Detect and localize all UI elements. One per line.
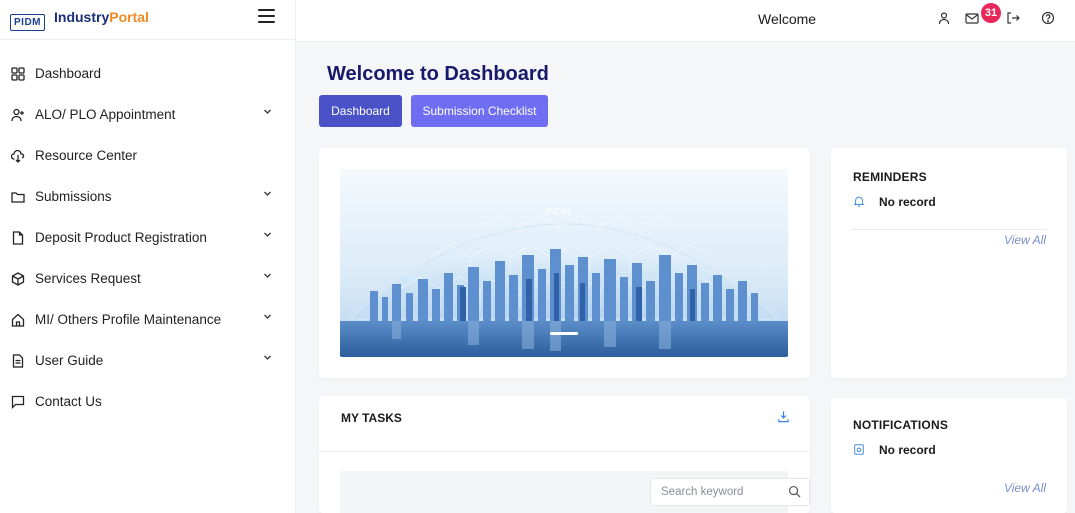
- help-icon[interactable]: [1041, 11, 1057, 27]
- portal-name-primary: Industry: [54, 8, 110, 25]
- pidm-logo[interactable]: PIDM: [10, 14, 45, 31]
- sidebar-item-label: Deposit Product Registration: [35, 230, 207, 245]
- user-icon[interactable]: [937, 11, 953, 27]
- chevron-down-icon[interactable]: [263, 230, 272, 239]
- sidebar-item-label: ALO/ PLO Appointment: [35, 107, 176, 122]
- mail-count-badge[interactable]: 31: [981, 3, 1001, 23]
- city-dome-image: PIDM: [340, 169, 788, 357]
- user-add-icon: [11, 108, 25, 122]
- sidebar: PIDM IndustryPortal Dashboard ALO/ PLO A…: [0, 0, 296, 513]
- notifications-heading: NOTIFICATIONS: [853, 418, 949, 432]
- sidebar-item-label: Contact Us: [35, 394, 102, 409]
- home-icon: [11, 313, 25, 327]
- sidebar-item-label: User Guide: [35, 353, 104, 368]
- sidebar-item-deposit-product-registration[interactable]: Deposit Product Registration: [0, 217, 295, 258]
- dashboard-button[interactable]: Dashboard: [319, 95, 402, 127]
- sidebar-item-resource-center[interactable]: Resource Center: [0, 135, 295, 176]
- box-icon: [11, 271, 25, 286]
- my-tasks-card: MY TASKS: [319, 396, 810, 513]
- menu-toggle-icon[interactable]: [258, 9, 275, 23]
- brand-header: PIDM IndustryPortal: [0, 0, 295, 40]
- portal-name: IndustryPortal: [54, 9, 149, 25]
- sidebar-item-label: MI/ Others Profile Maintenance: [35, 312, 222, 327]
- search-input[interactable]: [661, 479, 781, 505]
- top-header: Welcome 31: [296, 0, 1075, 42]
- submission-checklist-button[interactable]: Submission Checklist: [411, 95, 548, 127]
- chevron-down-icon[interactable]: [263, 107, 272, 116]
- my-tasks-toolbar: [340, 471, 810, 513]
- sidebar-item-contact-us[interactable]: Contact Us: [0, 381, 295, 422]
- notifications-view-all-link[interactable]: View All: [1004, 481, 1046, 495]
- reminders-empty-state: No record: [853, 195, 936, 209]
- chat-icon: [11, 395, 25, 409]
- carousel-indicator[interactable]: [550, 332, 578, 335]
- folder-icon: [11, 190, 25, 204]
- bell-icon: [853, 195, 867, 209]
- chevron-down-icon[interactable]: [263, 271, 272, 280]
- chevron-down-icon[interactable]: [263, 312, 272, 321]
- sidebar-item-dashboard[interactable]: Dashboard: [0, 53, 295, 94]
- file-icon: [11, 230, 25, 245]
- cloud-download-icon: [11, 149, 25, 163]
- banner-carousel[interactable]: PIDM: [340, 169, 788, 357]
- chevron-down-icon[interactable]: [263, 353, 272, 362]
- banner-watermark: PIDM: [545, 207, 571, 218]
- sidebar-item-user-guide[interactable]: User Guide: [0, 340, 295, 381]
- my-tasks-header: MY TASKS: [319, 396, 810, 452]
- sidebar-item-mi-others-profile-maintenance[interactable]: MI/ Others Profile Maintenance: [0, 299, 295, 340]
- banner-card: PIDM: [319, 148, 810, 378]
- sidebar-nav: Dashboard ALO/ PLO Appointment Resource …: [0, 53, 295, 422]
- my-tasks-heading: MY TASKS: [341, 411, 402, 425]
- notifications-empty-text: No record: [879, 443, 936, 457]
- notification-icon: [853, 443, 867, 457]
- welcome-text: Welcome: [758, 11, 817, 27]
- grid-icon: [11, 66, 25, 81]
- search-icon[interactable]: [788, 485, 801, 498]
- sidebar-item-services-request[interactable]: Services Request: [0, 258, 295, 299]
- reminders-card: REMINDERS No record View All: [831, 148, 1067, 378]
- document-icon: [11, 353, 25, 368]
- search-box: [650, 478, 810, 506]
- logout-icon[interactable]: [1006, 11, 1022, 27]
- sidebar-item-label: Services Request: [35, 271, 141, 286]
- reminders-view-all-link[interactable]: View All: [1004, 233, 1046, 247]
- download-icon[interactable]: [777, 410, 791, 424]
- sidebar-item-alo-plo-appointment[interactable]: ALO/ PLO Appointment: [0, 94, 295, 135]
- mail-icon[interactable]: [965, 11, 981, 27]
- page-title: Welcome to Dashboard: [327, 63, 549, 85]
- reminders-divider: [852, 229, 1047, 230]
- chevron-down-icon[interactable]: [263, 189, 272, 198]
- reminders-empty-text: No record: [879, 195, 936, 209]
- sidebar-item-label: Dashboard: [35, 66, 102, 81]
- portal-name-accent: Portal: [109, 8, 149, 25]
- sidebar-item-label: Resource Center: [35, 148, 138, 163]
- reminders-heading: REMINDERS: [853, 170, 927, 184]
- notifications-empty-state: No record: [853, 443, 936, 457]
- sidebar-item-label: Submissions: [35, 189, 112, 204]
- sidebar-item-submissions[interactable]: Submissions: [0, 176, 295, 217]
- notifications-card: NOTIFICATIONS No record View All: [831, 398, 1067, 513]
